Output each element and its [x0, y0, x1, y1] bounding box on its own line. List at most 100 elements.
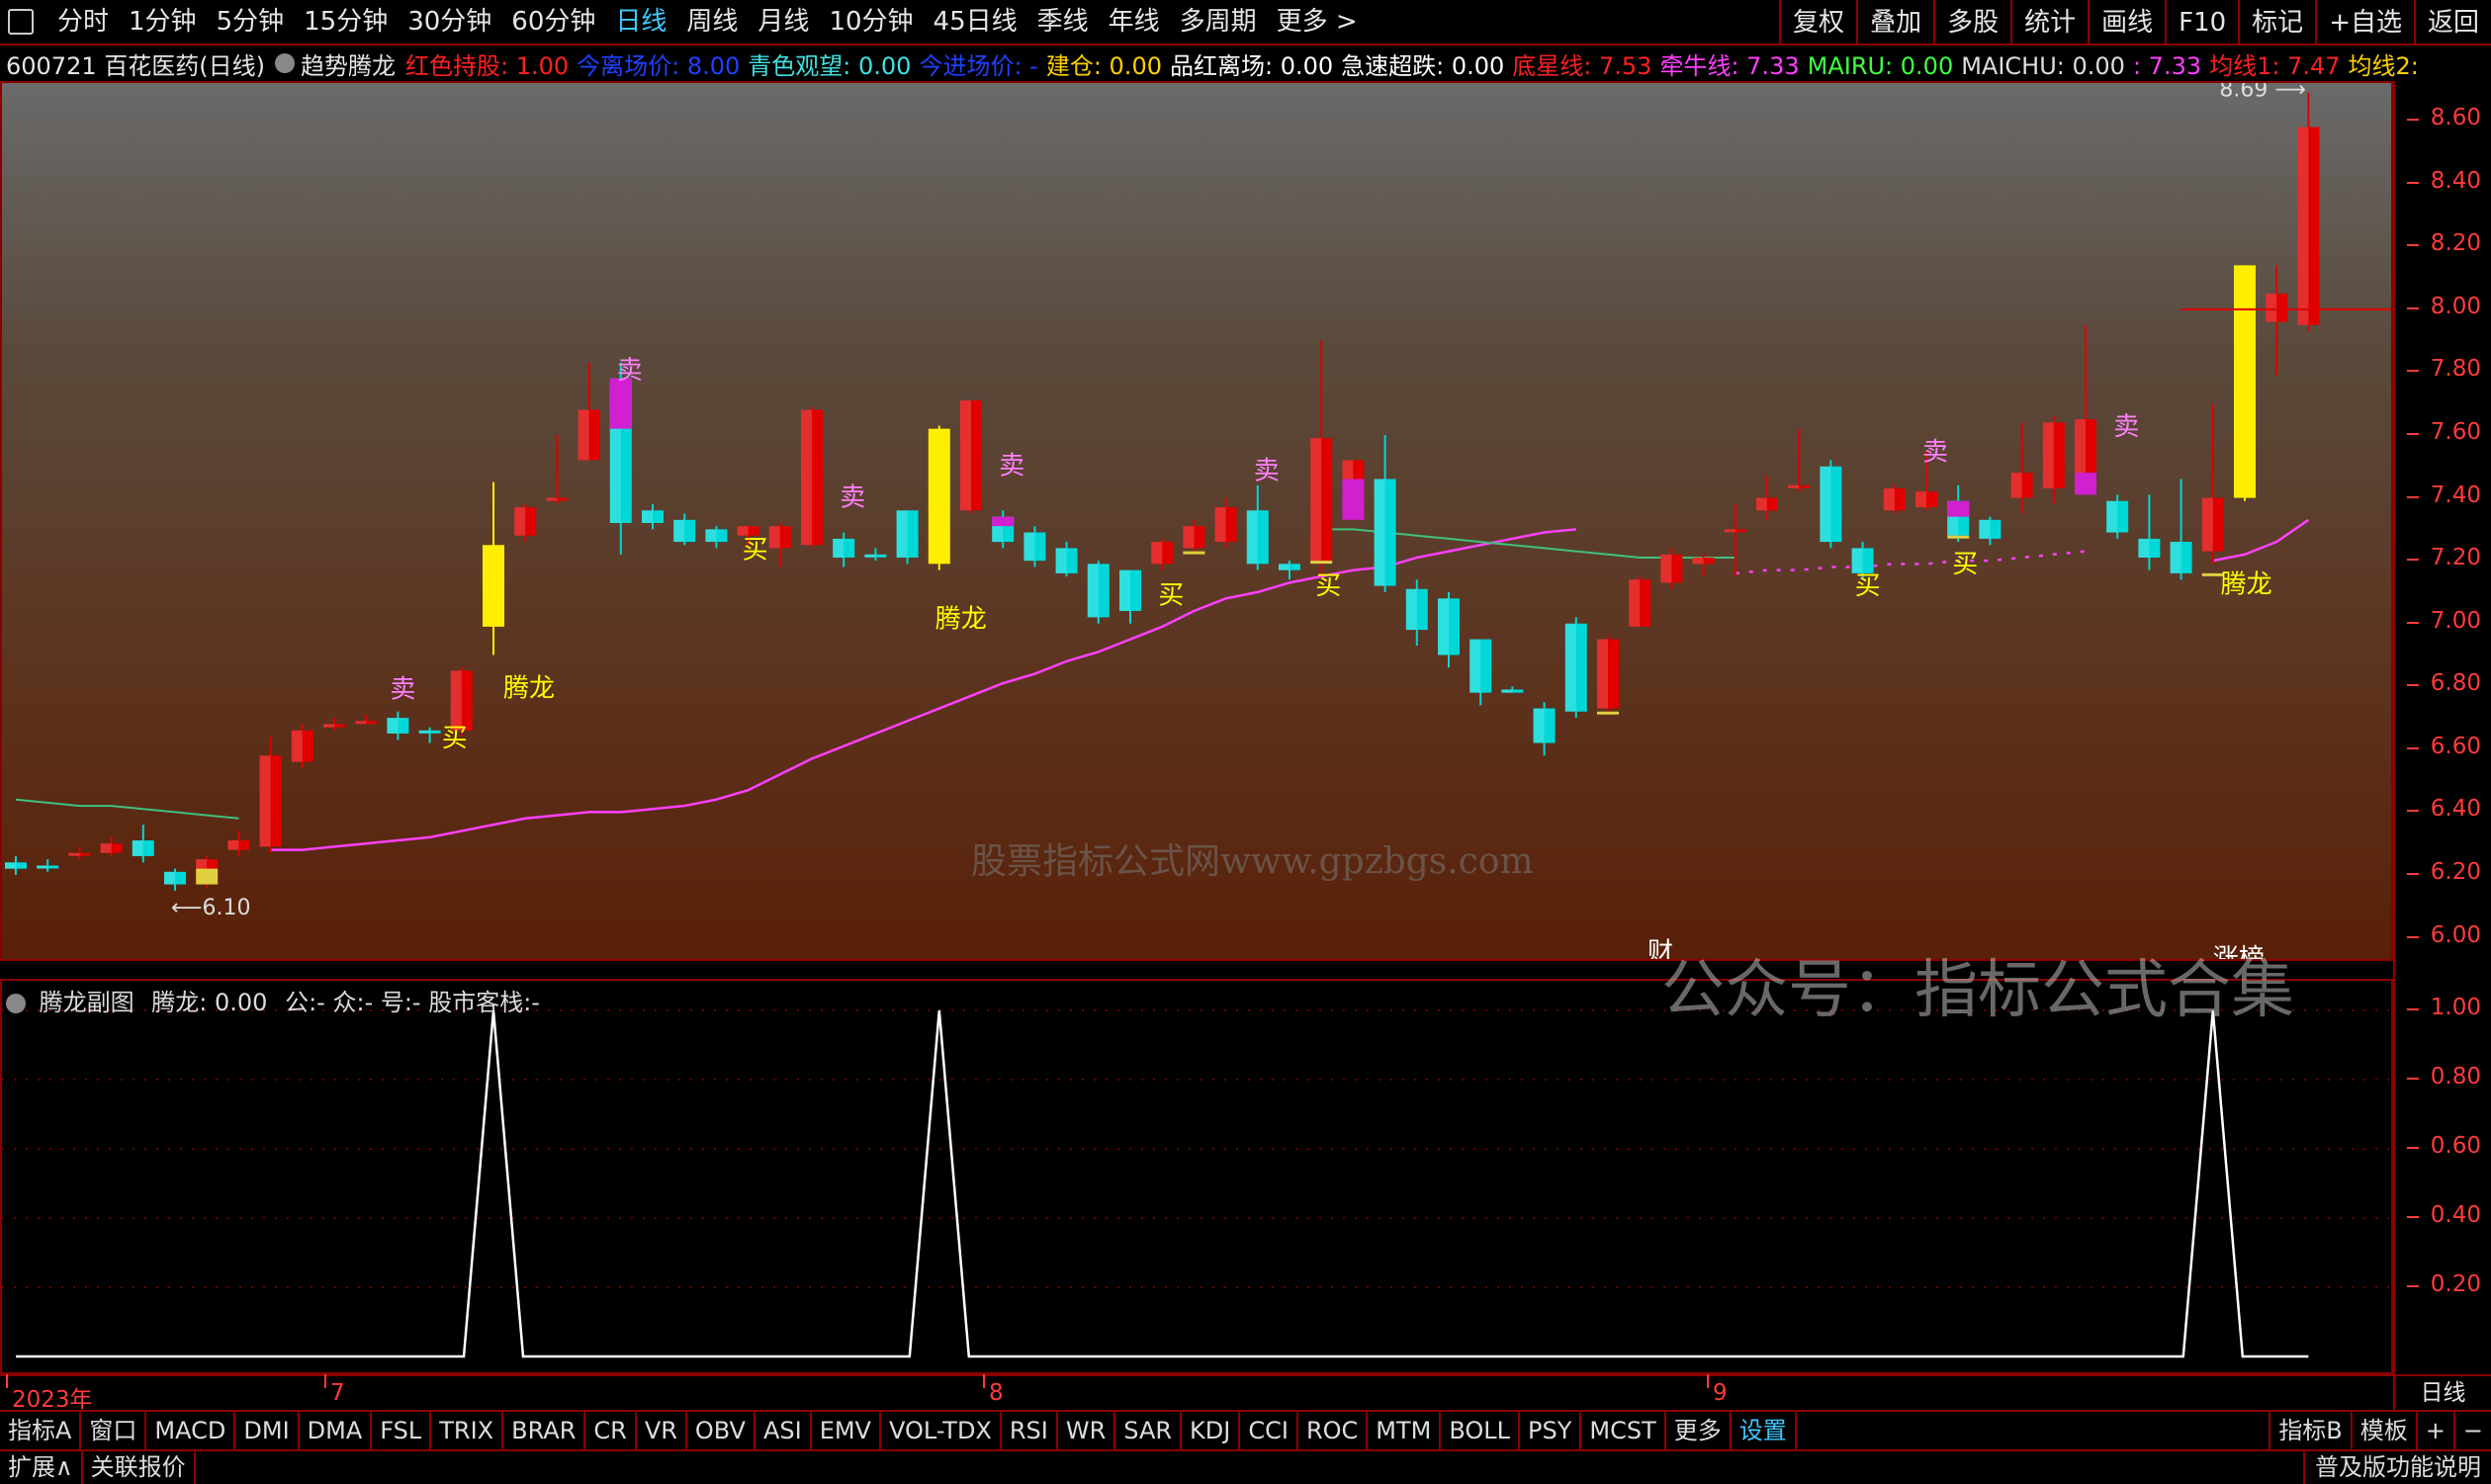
candle-shine — [1979, 519, 1991, 539]
indicator-tab-right[interactable]: 模板 — [2350, 1412, 2416, 1449]
indicator-tab[interactable]: KDJ — [1182, 1412, 1241, 1449]
candle-shine — [1533, 708, 1545, 743]
toolbar-button[interactable]: 多股 — [1933, 0, 2010, 45]
indicator-tabs-right: 指标B 模板 + − — [2269, 1412, 2491, 1449]
period-button[interactable]: 月线 — [748, 0, 819, 44]
indicator-tab[interactable]: 设置 — [1732, 1412, 1797, 1449]
indicator-tab-right[interactable]: + — [2415, 1412, 2453, 1449]
toolbar-button[interactable]: 返回 — [2413, 0, 2491, 45]
period-button[interactable]: 45日线 — [924, 0, 1027, 44]
price-tick: 6.00 — [2406, 921, 2481, 948]
period-button[interactable]: 周线 — [676, 0, 748, 44]
signal-label: 买 — [442, 724, 468, 753]
indicator-tab[interactable]: VOL-TDX — [881, 1412, 1002, 1449]
candle-magenta-cap — [992, 516, 1015, 527]
indicator-tab[interactable]: VR — [637, 1412, 687, 1449]
indicator-tab[interactable]: CCI — [1240, 1412, 1298, 1449]
indicator-tab-bar: 指标A 窗口 MACD DMI DMA FSL TRIX BRAR CR VR OBV ASI EMV V… — [0, 1410, 2491, 1449]
indicator-tab[interactable]: ASI — [756, 1412, 812, 1449]
indicator-tab[interactable]: ROC — [1298, 1412, 1369, 1449]
site-watermark: 股票指标公式网www.gpzbgs.com — [971, 841, 1534, 882]
edition-help-link[interactable]: 普及版功能说明 — [2303, 1451, 2491, 1484]
signal-label: 买 — [1315, 571, 1341, 601]
indicator-tab[interactable]: OBV — [687, 1412, 756, 1449]
expand-button[interactable]: 扩展∧ — [0, 1451, 83, 1484]
candle-yellow-cap — [1597, 711, 1619, 715]
price-tick: 8.00 — [2406, 293, 2481, 319]
indicator-name[interactable]: 趋势腾龙 — [301, 46, 396, 81]
candle-shine — [1788, 484, 1800, 488]
toolbar-button[interactable]: +自选 — [2315, 0, 2414, 45]
candle-shine — [1469, 639, 1481, 693]
signal-label: 买 — [1855, 571, 1881, 601]
candle-shine — [68, 852, 80, 856]
sub-dropdown-icon[interactable] — [6, 994, 26, 1013]
indicator-field: 底星线: 7.53 — [1512, 51, 1652, 80]
period-label: 日线 — [2393, 1376, 2491, 1412]
period-button[interactable]: 年线 — [1099, 0, 1170, 44]
indicator-tab[interactable]: MACD — [146, 1412, 236, 1449]
indicator-tab[interactable]: MCST — [1581, 1412, 1666, 1449]
period-button[interactable]: 分时 — [47, 0, 119, 44]
main-candlestick-chart[interactable]: 8.69 ⟶ ⟵6.10 卖卖卖卖卖卖卖买买买买买买腾龙 腾龙 腾龙财涨榜 股票指标公式… — [0, 81, 2393, 961]
sub-tick: 0.20 — [2406, 1271, 2481, 1297]
indicator-tab-right[interactable]: 指标B — [2269, 1412, 2350, 1449]
indicator-tab[interactable]: BOLL — [1441, 1412, 1521, 1449]
indicator-tab[interactable]: DMI — [235, 1412, 300, 1449]
toolbar-button[interactable]: 标记 — [2238, 0, 2315, 45]
candle-shine — [291, 730, 303, 762]
sub-tick: 1.00 — [2406, 995, 2481, 1020]
candle-yellow-cap — [1310, 561, 1333, 565]
candle-body — [483, 545, 504, 627]
period-button[interactable]: 30分钟 — [398, 0, 501, 44]
indicator-tab[interactable]: FSL — [372, 1412, 432, 1449]
period-button[interactable]: 更多 > — [1267, 0, 1368, 44]
toolbar-button[interactable]: F10 — [2165, 0, 2238, 45]
indicator-tab[interactable]: EMV — [812, 1412, 881, 1449]
indicator-tab-right[interactable]: − — [2452, 1412, 2491, 1449]
candle-shine — [1279, 564, 1290, 570]
candle-shine — [2297, 127, 2309, 325]
indicator-tab[interactable]: WR — [1058, 1412, 1116, 1449]
price-tick: 7.20 — [2406, 545, 2481, 571]
candle-shine — [1851, 548, 1863, 573]
signal-label: 卖 — [2113, 412, 2139, 442]
sub-chart-title[interactable]: 腾龙副图 — [40, 989, 134, 1016]
period-button[interactable]: 日线 — [605, 0, 676, 44]
ma-pink-line — [2212, 518, 2310, 563]
indicator-tab[interactable]: TRIX — [431, 1412, 504, 1449]
period-button[interactable]: 60分钟 — [501, 0, 605, 44]
period-button[interactable]: 15分钟 — [294, 0, 398, 44]
indicator-tab[interactable]: DMA — [300, 1412, 373, 1449]
indicator-tab[interactable]: 指标A — [0, 1412, 82, 1449]
indicator-tab[interactable]: MTM — [1368, 1412, 1442, 1449]
candle-shine — [5, 862, 16, 869]
indicator-tab[interactable]: CR — [585, 1412, 637, 1449]
indicator-tab[interactable]: SAR — [1115, 1412, 1183, 1449]
indicator-dropdown-icon[interactable] — [274, 53, 295, 73]
status-bar: 扩展∧ 关联报价 普及版功能说明 — [0, 1449, 2491, 1484]
candle-shine — [1183, 526, 1195, 549]
related-quote-button[interactable]: 关联报价 — [83, 1451, 196, 1484]
indicator-tab[interactable]: PSY — [1520, 1412, 1582, 1449]
period-button[interactable]: 1分钟 — [119, 0, 207, 44]
period-button[interactable]: 5分钟 — [207, 0, 295, 44]
stock-code-name[interactable]: 600721 百花医药(日线) — [6, 46, 265, 81]
period-button[interactable]: 季线 — [1027, 0, 1099, 44]
low-label: ⟵6.10 — [171, 896, 251, 920]
candle-shine — [323, 724, 334, 728]
toolbar-button[interactable]: 画线 — [2088, 0, 2165, 45]
window-toggle-icon[interactable] — [8, 9, 34, 35]
toolbar-button[interactable]: 叠加 — [1856, 0, 1933, 45]
period-button[interactable]: 多周期 — [1170, 0, 1267, 44]
indicator-field: MAIRU: 0.00 — [1807, 51, 1954, 80]
indicator-tab[interactable]: 更多 — [1666, 1412, 1732, 1449]
period-button[interactable]: 10分钟 — [819, 0, 923, 44]
indicator-tab[interactable]: RSI — [1002, 1412, 1058, 1449]
toolbar-button[interactable]: 复权 — [1779, 0, 1856, 45]
toolbar-button[interactable]: 统计 — [2010, 0, 2088, 45]
indicator-tab[interactable]: BRAR — [503, 1412, 586, 1449]
sub-indicator-chart[interactable] — [0, 979, 2393, 1374]
candle-shine — [1310, 438, 1322, 562]
indicator-tab[interactable]: 窗口 — [81, 1412, 147, 1449]
